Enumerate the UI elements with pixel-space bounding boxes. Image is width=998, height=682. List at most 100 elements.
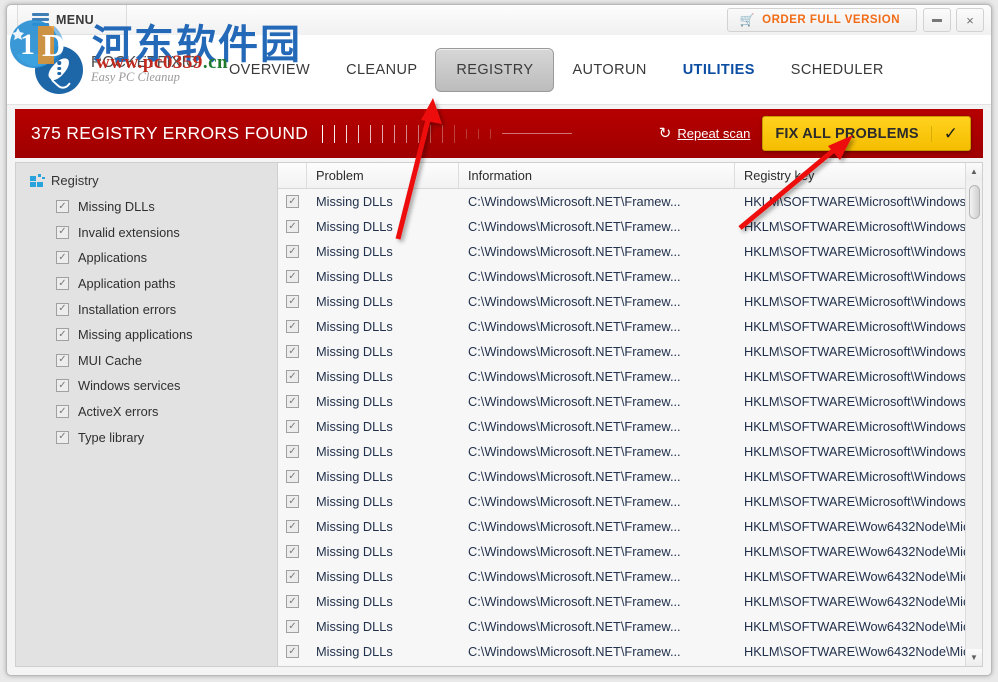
brand-logo: ROCKETFIXIO Easy PC Cleanup	[7, 45, 207, 94]
row-checkbox[interactable]: ✓	[278, 545, 307, 558]
sidebar-item-checkbox[interactable]: ✓	[56, 430, 69, 444]
tab-cleanup[interactable]: CLEANUP	[328, 53, 435, 87]
gauge-tick	[358, 124, 360, 143]
sidebar-item[interactable]: ✓ Applications	[16, 245, 277, 271]
sidebar-item-checkbox[interactable]: ✓	[56, 353, 69, 367]
cell-information: C:\Windows\Microsoft.NET\Framew...	[468, 444, 681, 459]
scroll-down-icon[interactable]: ▼	[966, 649, 982, 666]
table-row[interactable]: ✓ Missing DLLs C:\Windows\Microsoft.NET\Fr…	[278, 489, 982, 514]
tab-scheduler[interactable]: SCHEDULER	[773, 53, 902, 87]
row-checkbox[interactable]: ✓	[278, 570, 307, 583]
row-checkbox[interactable]: ✓	[278, 245, 307, 258]
column-header-problem[interactable]: Problem	[307, 163, 459, 188]
table-row[interactable]: ✓ Missing DLLs C:\Windows\Microsoft.NET\Fr…	[278, 214, 982, 239]
sidebar-item[interactable]: ✓ Installation errors	[16, 296, 277, 322]
sidebar-item-checkbox[interactable]: ✓	[56, 379, 69, 393]
cell-problem: Missing DLLs	[316, 369, 393, 384]
sidebar-item[interactable]: ✓ MUI Cache	[16, 348, 277, 374]
table-row[interactable]: ✓ Missing DLLs C:\Windows\Microsoft.NET\Fr…	[278, 239, 982, 264]
row-checkbox[interactable]: ✓	[278, 220, 307, 233]
tab-autorun[interactable]: AUTORUN	[554, 53, 664, 87]
cell-problem: Missing DLLs	[316, 619, 393, 634]
row-checkbox[interactable]: ✓	[278, 445, 307, 458]
row-checkbox[interactable]: ✓	[278, 370, 307, 383]
cell-registry-key: HKLM\SOFTWARE\Microsoft\Windows\Curre...	[744, 369, 982, 384]
hamburger-icon	[32, 13, 49, 26]
table-row[interactable]: ✓ Missing DLLs C:\Windows\Microsoft.NET\Fr…	[278, 364, 982, 389]
row-checkbox[interactable]: ✓	[278, 495, 307, 508]
sidebar-item[interactable]: ✓ Missing DLLs	[16, 194, 277, 220]
table-row[interactable]: ✓ Missing DLLs C:\Windows\Microsoft.NET\Fr…	[278, 414, 982, 439]
tab-overview[interactable]: OVERVIEW	[211, 53, 328, 87]
row-checkbox[interactable]: ✓	[278, 295, 307, 308]
sidebar-item[interactable]: ✓ ActiveX errors	[16, 399, 277, 425]
gauge-baseline	[502, 133, 573, 134]
table-row[interactable]: ✓ Missing DLLs C:\Windows\Microsoft.NET\Fr…	[278, 339, 982, 364]
scroll-up-icon[interactable]: ▲	[966, 163, 982, 180]
repeat-scan-label: Repeat scan	[677, 126, 751, 141]
titlebar: MENU 🛒 ORDER FULL VERSION ×	[7, 5, 991, 35]
row-checkbox[interactable]: ✓	[278, 420, 307, 433]
row-checkbox[interactable]: ✓	[278, 645, 307, 658]
table-row[interactable]: ✓ Missing DLLs C:\Windows\Microsoft.NET\Fr…	[278, 639, 982, 664]
menu-button[interactable]: MENU	[17, 5, 127, 35]
row-checkbox[interactable]: ✓	[278, 395, 307, 408]
table-row[interactable]: ✓ Missing DLLs C:\Windows\Microsoft.NET\Fr…	[278, 314, 982, 339]
row-checkbox[interactable]: ✓	[278, 195, 307, 208]
cell-problem: Missing DLLs	[316, 294, 393, 309]
table-row[interactable]: ✓ Missing DLLs C:\Windows\Microsoft.NET\Fr…	[278, 564, 982, 589]
sidebar-item[interactable]: ✓ Application paths	[16, 271, 277, 297]
row-checkbox[interactable]: ✓	[278, 345, 307, 358]
sidebar-item[interactable]: ✓ Type library	[16, 424, 277, 450]
table-row[interactable]: ✓ Missing DLLs C:\Windows\Microsoft.NET\Fr…	[278, 464, 982, 489]
table-row[interactable]: ✓ Missing DLLs C:\Windows\Microsoft.NET\Fr…	[278, 439, 982, 464]
sidebar-item-checkbox[interactable]: ✓	[56, 328, 69, 342]
vertical-scrollbar[interactable]: ▲ ▼	[965, 163, 982, 666]
table-row[interactable]: ✓ Missing DLLs C:\Windows\Microsoft.NET\Fr…	[278, 614, 982, 639]
tab-utilities[interactable]: UTILITIES	[665, 53, 773, 87]
gauge-tick	[334, 124, 336, 143]
scrollbar-thumb[interactable]	[969, 185, 980, 219]
cell-information: C:\Windows\Microsoft.NET\Framew...	[468, 369, 681, 384]
row-checkbox[interactable]: ✓	[278, 520, 307, 533]
column-header-checkbox[interactable]	[278, 163, 307, 188]
sidebar-item-checkbox[interactable]: ✓	[56, 225, 69, 239]
table-row[interactable]: ✓ Missing DLLs C:\Windows\Microsoft.NET\Fr…	[278, 514, 982, 539]
sidebar-item-checkbox[interactable]: ✓	[56, 251, 69, 265]
sidebar-item-checkbox[interactable]: ✓	[56, 405, 69, 419]
order-full-version-button[interactable]: 🛒 ORDER FULL VERSION	[726, 8, 917, 32]
cell-registry-key: HKLM\SOFTWARE\Wow6432Node\Microsoft...	[744, 644, 982, 659]
close-button[interactable]: ×	[956, 8, 984, 32]
row-checkbox[interactable]: ✓	[278, 320, 307, 333]
sidebar-item[interactable]: ✓ Windows services	[16, 373, 277, 399]
fix-all-problems-button[interactable]: FIX ALL PROBLEMS ✓	[762, 116, 971, 151]
menu-label: MENU	[56, 12, 95, 27]
minimize-button[interactable]	[923, 8, 951, 32]
cell-registry-key: HKLM\SOFTWARE\Wow6432Node\Microsoft...	[744, 519, 982, 534]
sidebar-item-checkbox[interactable]: ✓	[56, 277, 69, 291]
cell-problem: Missing DLLs	[316, 494, 393, 509]
repeat-scan-button[interactable]: ↻ Repeat scan	[659, 126, 751, 141]
row-checkbox[interactable]: ✓	[278, 470, 307, 483]
table-header-row: Problem Information Registry key	[278, 163, 982, 189]
sidebar-item-checkbox[interactable]: ✓	[56, 302, 69, 316]
sidebar-root-registry[interactable]: Registry	[16, 163, 277, 194]
table-row[interactable]: ✓ Missing DLLs C:\Windows\Microsoft.NET\Fr…	[278, 389, 982, 414]
cell-information: C:\Windows\Microsoft.NET\Framew...	[468, 644, 681, 659]
sidebar-item[interactable]: ✓ Invalid extensions	[16, 220, 277, 246]
brand-name: ROCKETFIXIO	[91, 53, 199, 71]
sidebar-item-checkbox[interactable]: ✓	[56, 200, 69, 214]
row-checkbox[interactable]: ✓	[278, 270, 307, 283]
table-row[interactable]: ✓ Missing DLLs C:\Windows\Microsoft.NET\Fr…	[278, 189, 982, 214]
column-header-information[interactable]: Information	[459, 163, 735, 188]
column-header-registry-key[interactable]: Registry key	[735, 163, 982, 188]
sidebar-item[interactable]: ✓ Missing applications	[16, 322, 277, 348]
table-row[interactable]: ✓ Missing DLLs C:\Windows\Microsoft.NET\Fr…	[278, 589, 982, 614]
row-checkbox[interactable]: ✓	[278, 620, 307, 633]
cell-information: C:\Windows\Microsoft.NET\Framew...	[468, 269, 681, 284]
tab-registry[interactable]: REGISTRY	[435, 47, 555, 92]
table-row[interactable]: ✓ Missing DLLs C:\Windows\Microsoft.NET\Fr…	[278, 289, 982, 314]
row-checkbox[interactable]: ✓	[278, 595, 307, 608]
table-row[interactable]: ✓ Missing DLLs C:\Windows\Microsoft.NET\Fr…	[278, 264, 982, 289]
table-row[interactable]: ✓ Missing DLLs C:\Windows\Microsoft.NET\Fr…	[278, 539, 982, 564]
